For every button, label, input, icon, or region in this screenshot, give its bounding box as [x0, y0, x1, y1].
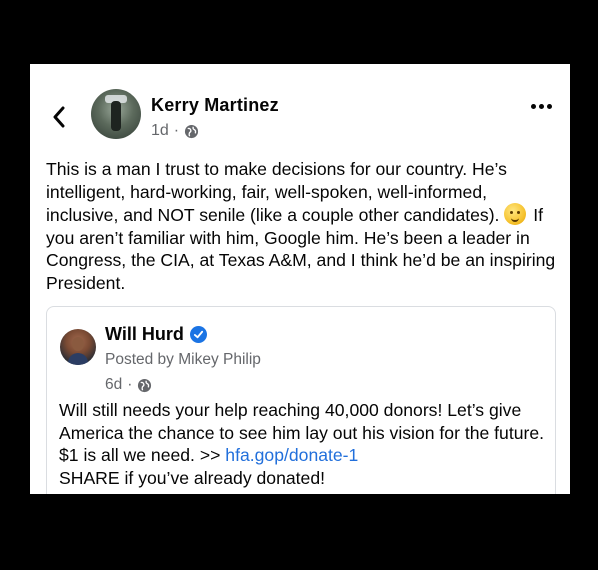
chevron-left-icon	[53, 106, 65, 128]
shushing-face-emoji-icon	[504, 203, 527, 226]
shared-author-name[interactable]: Will Hurd	[105, 324, 184, 345]
post-time[interactable]: 1d	[151, 122, 169, 140]
shared-posted-by: Posted by Mikey Philip	[105, 351, 261, 368]
globe-icon	[138, 378, 152, 392]
shared-author-avatar[interactable]	[60, 329, 96, 365]
checkmark-icon	[193, 330, 203, 339]
meta-separator: ·	[173, 122, 180, 139]
more-horizontal-icon	[531, 104, 536, 109]
globe-icon	[185, 124, 199, 138]
post-author-name[interactable]: Kerry Martinez	[151, 95, 279, 116]
shared-time[interactable]: 6d	[105, 376, 122, 394]
more-dot	[539, 104, 544, 109]
more-dot	[547, 104, 552, 109]
donate-link[interactable]: hfa.gop/donate-1	[225, 445, 358, 465]
shared-text-share: SHARE if you’ve already donated!	[59, 467, 326, 488]
more-options-button[interactable]	[531, 104, 552, 109]
meta-separator: ·	[127, 376, 133, 393]
shared-post-text: Will still needs your help reaching 40,0…	[59, 399, 549, 489]
post-meta: 1d ·	[151, 122, 199, 140]
shared-meta: 6d ·	[105, 376, 152, 394]
verified-badge-icon	[189, 326, 207, 343]
avatar[interactable]	[91, 89, 141, 139]
post-card: Kerry Martinez 1d · This is a man I trus…	[30, 64, 570, 494]
shared-author: Will Hurd	[105, 324, 207, 345]
post-body: This is a man I trust to make decisions …	[46, 158, 560, 295]
back-button[interactable]	[46, 104, 72, 130]
post-body-main: This is a man I trust to make decisions …	[46, 159, 507, 226]
shared-post[interactable]: Will Hurd Posted by Mikey Philip 6d · Wi…	[46, 306, 556, 494]
